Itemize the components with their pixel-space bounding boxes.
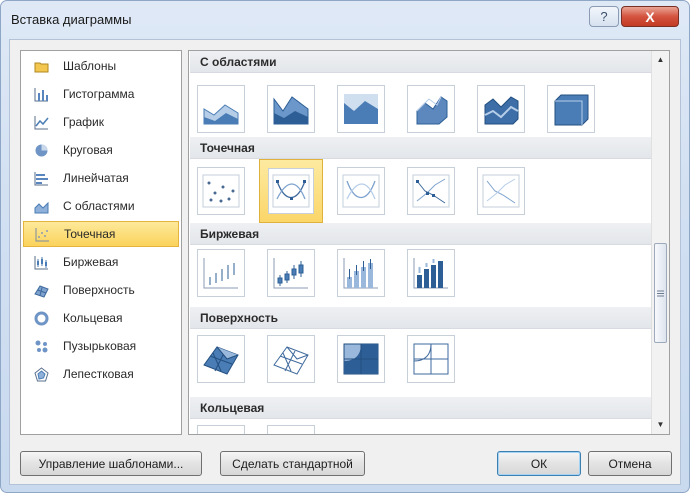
section-header-surface: Поверхность	[190, 307, 652, 329]
tile-3d-stacked-area[interactable]	[477, 85, 525, 133]
tile-scatter-smooth-markers-inner	[268, 168, 314, 214]
section-header-stock: Биржевая	[190, 223, 652, 245]
wireframe-3d-surface-icon	[273, 346, 309, 375]
section-header-area: С областями	[190, 51, 652, 73]
line-chart-icon	[33, 114, 49, 130]
set-default-button[interactable]: Сделать стандартной	[220, 451, 365, 476]
tile-stock-vohlc[interactable]	[407, 249, 455, 297]
category-area[interactable]: С областями	[23, 193, 179, 219]
stock-chart-icon	[33, 254, 49, 270]
tile-exploded-doughnut[interactable]	[267, 425, 315, 434]
category-surface[interactable]: Поверхность	[23, 277, 179, 303]
3d-surface-icon	[203, 346, 239, 375]
surface-chart-icon	[33, 282, 49, 298]
title-bar: Вставка диаграммы ? X	[1, 1, 689, 37]
category-line[interactable]: График	[23, 109, 179, 135]
tile-scatter-smooth-markers[interactable]	[259, 159, 323, 223]
stock-volume-hlc-icon	[343, 258, 378, 289]
scroll-thumb[interactable]	[654, 243, 667, 343]
radar-chart-icon	[33, 366, 49, 382]
tile-stock-vhlc[interactable]	[337, 249, 385, 297]
scatter-smooth-lines-markers-icon	[272, 174, 310, 208]
cancel-button[interactable]: Отмена	[588, 451, 672, 476]
scatter-straight-lines-icon	[482, 174, 520, 208]
column-chart-icon	[33, 86, 49, 102]
section-header-doughnut: Кольцевая	[190, 397, 652, 419]
tile-3d-surface[interactable]	[197, 335, 245, 383]
tile-stock-hlc[interactable]	[197, 249, 245, 297]
chart-category-list: Шаблоны Гистограмма График Круговая Лине…	[20, 50, 182, 435]
category-bar[interactable]: Линейчатая	[23, 165, 179, 191]
area-chart-icon	[203, 104, 239, 125]
tile-wireframe-3d-surface[interactable]	[267, 335, 315, 383]
manage-templates-button[interactable]: Управление шаблонами...	[20, 451, 202, 476]
scatter-straight-lines-markers-icon	[412, 174, 450, 208]
3d-percent-area-chart-icon	[554, 94, 589, 126]
category-stock[interactable]: Биржевая	[23, 249, 179, 275]
category-radar[interactable]: Лепестковая	[23, 361, 179, 387]
category-templates[interactable]: Шаблоны	[23, 53, 179, 79]
scatter-chart-icon	[34, 226, 50, 242]
scroll-up-icon[interactable]: ▲	[652, 51, 669, 68]
help-icon: ?	[600, 9, 608, 24]
contour-chart-icon	[343, 343, 379, 375]
bubble-chart-icon	[33, 338, 49, 354]
stock-high-low-close-icon	[203, 258, 238, 289]
bar-chart-icon	[33, 170, 49, 186]
wireframe-contour-icon	[413, 343, 449, 375]
insert-chart-dialog: Вставка диаграммы ? X Шаблоны Гистограмм…	[0, 0, 690, 493]
category-column[interactable]: Гистограмма	[23, 81, 179, 107]
category-scatter[interactable]: Точечная	[23, 221, 179, 247]
close-button[interactable]: X	[621, 6, 679, 27]
tile-3d-area[interactable]	[407, 85, 455, 133]
tile-3d-100-area[interactable]	[547, 85, 595, 133]
folder-icon	[33, 58, 49, 74]
area-chart-icon	[33, 198, 49, 214]
pie-chart-icon	[33, 142, 49, 158]
percent-stacked-area-chart-icon	[344, 94, 378, 124]
tile-area[interactable]	[197, 85, 245, 133]
tile-scatter-straight[interactable]	[477, 167, 525, 215]
category-bubble[interactable]: Пузырьковая	[23, 333, 179, 359]
category-doughnut[interactable]: Кольцевая	[23, 305, 179, 331]
stacked-area-chart-icon	[273, 96, 309, 125]
gallery-scrollbar[interactable]: ▲ ▼	[651, 51, 669, 434]
3d-area-chart-icon	[416, 96, 448, 125]
3d-stacked-area-chart-icon	[484, 96, 519, 125]
help-button[interactable]: ?	[589, 6, 619, 27]
section-header-scatter: Точечная	[190, 137, 652, 159]
tile-scatter-straight-markers[interactable]	[407, 167, 455, 215]
ok-button[interactable]: ОК	[497, 451, 581, 476]
window-title: Вставка диаграммы	[11, 12, 132, 27]
tile-doughnut[interactable]	[197, 425, 245, 434]
tile-100-stacked-area[interactable]	[337, 85, 385, 133]
scatter-markers-icon	[202, 174, 240, 208]
stock-open-high-low-close-icon	[273, 258, 308, 289]
dialog-body: Шаблоны Гистограмма График Круговая Лине…	[9, 39, 681, 485]
tile-scatter-smooth[interactable]	[337, 167, 385, 215]
doughnut-chart-icon	[33, 310, 49, 326]
scatter-smooth-lines-icon	[342, 174, 380, 208]
stock-volume-ohlc-icon	[413, 258, 448, 289]
grip-icon	[657, 290, 664, 296]
tile-scatter-markers[interactable]	[197, 167, 245, 215]
scroll-down-icon[interactable]: ▼	[652, 416, 669, 433]
category-pie[interactable]: Круговая	[23, 137, 179, 163]
chart-type-gallery: С областями Точечная Биржевая Поверхност…	[188, 50, 670, 435]
tile-wireframe-contour[interactable]	[407, 335, 455, 383]
close-icon: X	[645, 8, 655, 25]
tile-contour[interactable]	[337, 335, 385, 383]
tile-stacked-area[interactable]	[267, 85, 315, 133]
tile-stock-ohlc[interactable]	[267, 249, 315, 297]
